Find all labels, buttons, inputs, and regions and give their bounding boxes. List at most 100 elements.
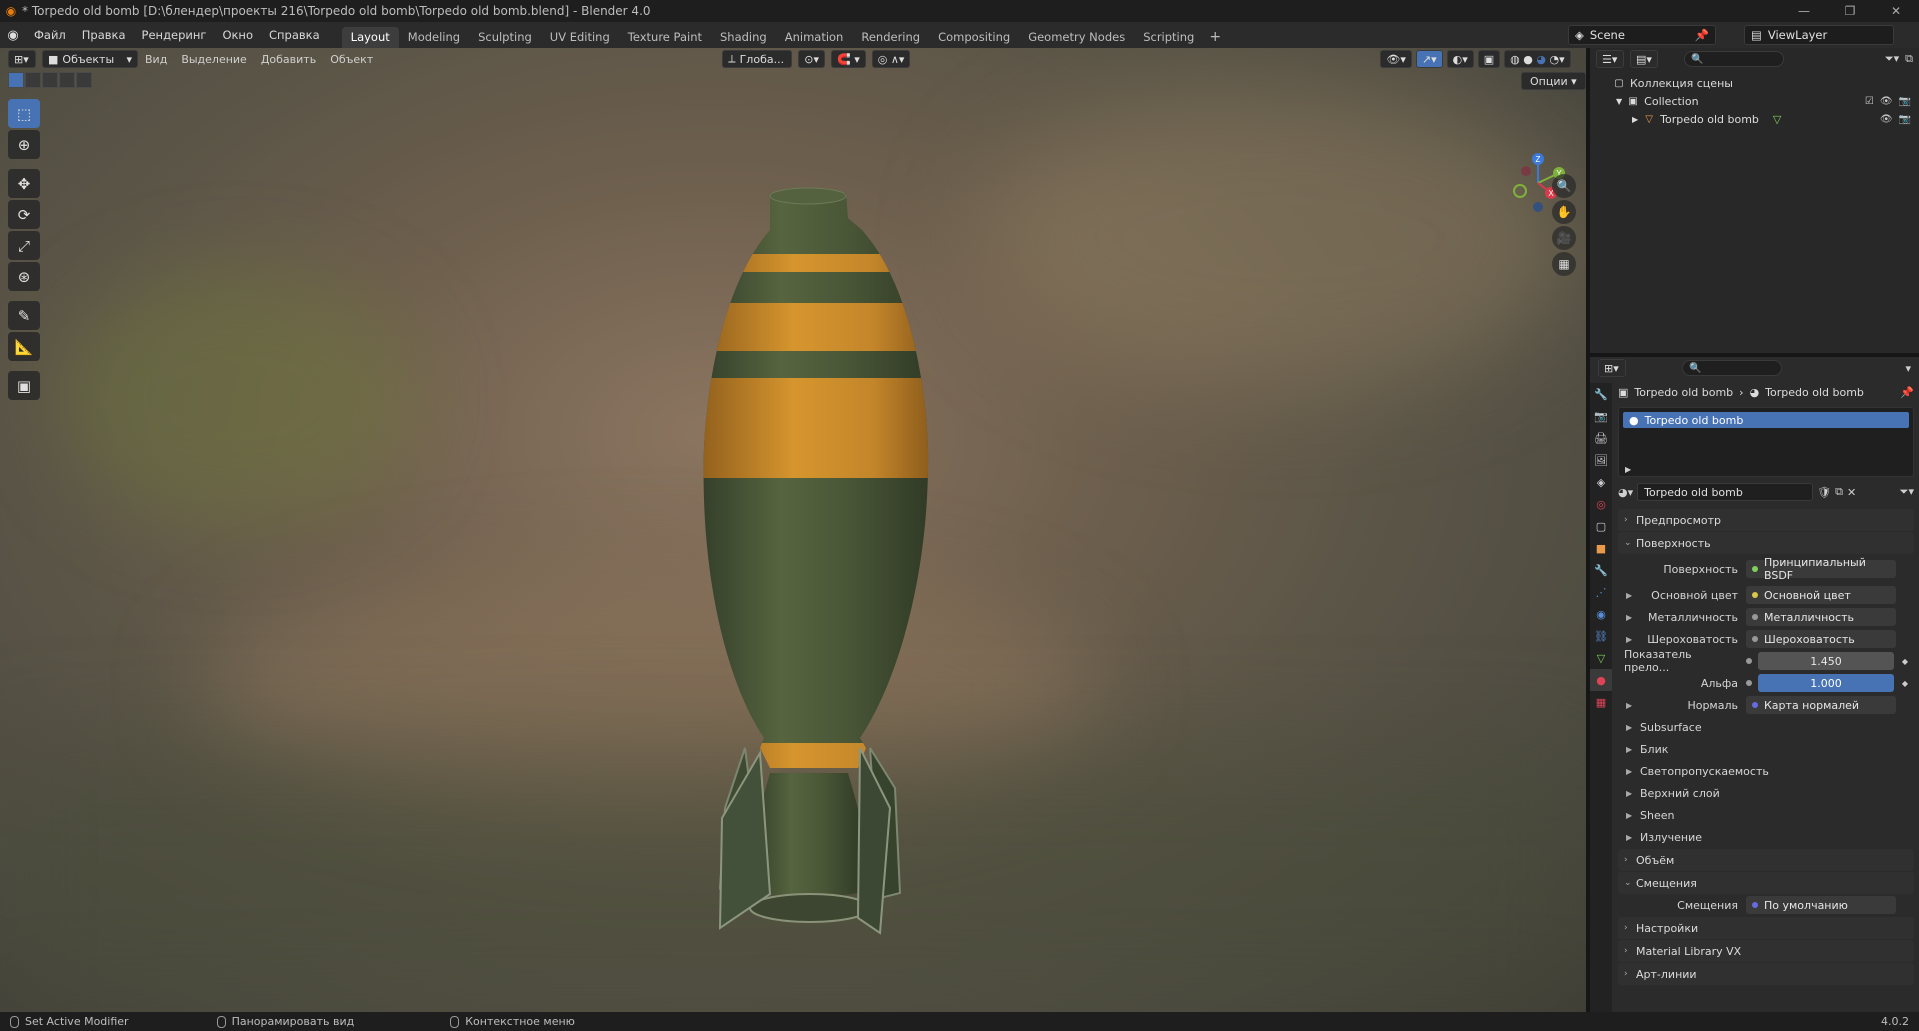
menu-view[interactable]: Вид [138, 53, 174, 66]
material-tab-icon[interactable]: ● [1590, 669, 1612, 691]
keyframe-icon[interactable]: ◆ [1902, 679, 1908, 688]
tab-animation[interactable]: Animation [776, 27, 853, 48]
orientation-selector[interactable]: ⟂ Глоба... [722, 50, 793, 68]
output-tab-icon[interactable]: 🖨 [1590, 427, 1612, 449]
tab-modeling[interactable]: Modeling [399, 27, 469, 48]
display-mode-selector[interactable]: ▤▾ [1630, 50, 1658, 68]
close-button[interactable]: ✕ [1873, 0, 1919, 22]
tab-uv-editing[interactable]: UV Editing [541, 27, 619, 48]
keyframe-icon[interactable]: ◆ [1902, 657, 1908, 666]
select-box-tool-icon[interactable]: ⬚ [8, 99, 40, 128]
fake-user-icon[interactable]: 🛡 [1817, 486, 1831, 499]
surface-shader-field[interactable]: Принципиальный BSDF [1746, 556, 1896, 582]
move-tool-icon[interactable]: ✥ [8, 169, 40, 198]
expand-arrow-icon[interactable]: ▼ [1616, 97, 1622, 106]
3d-viewport[interactable]: Z Y X [0, 48, 1586, 1012]
tab-compositing[interactable]: Compositing [929, 27, 1019, 48]
particles-tab-icon[interactable]: ⋰ [1590, 581, 1612, 603]
snap-toggle[interactable]: 🧲 ▾ [831, 50, 866, 68]
new-collection-icon[interactable]: ⧉ [1905, 52, 1913, 66]
maximize-button[interactable]: ❐ [1827, 0, 1873, 22]
metallic-field[interactable]: Металличность [1746, 608, 1896, 626]
view-layer-selector[interactable]: ▤ ViewLayer [1744, 25, 1894, 45]
render-tab-icon[interactable]: 📷 [1590, 405, 1612, 427]
menu-render[interactable]: Рендеринг [134, 28, 215, 42]
alpha-field[interactable]: 1.000 [1758, 674, 1894, 692]
proportional-edit-toggle[interactable]: ◎ ∧▾ [871, 50, 911, 68]
torpedo-bomb-model[interactable] [0, 48, 1586, 1012]
select-invert-button[interactable] [59, 72, 75, 88]
properties-search-input[interactable]: 🔍 [1682, 360, 1782, 376]
constraints-tab-icon[interactable]: ⛓ [1590, 625, 1612, 647]
panel-volume[interactable]: › Объём [1618, 849, 1914, 871]
world-tab-icon[interactable]: ◎ [1590, 493, 1612, 515]
physics-tab-icon[interactable]: ◉ [1590, 603, 1612, 625]
outliner-editor-type[interactable]: ☰▾ [1596, 50, 1624, 68]
subpanel-transmission[interactable]: ▶ Светопропускаемость [1618, 760, 1914, 782]
menu-add[interactable]: Добавить [254, 53, 323, 66]
outliner-scene-collection[interactable]: ▢ Коллекция сцены [1590, 74, 1919, 92]
zoom-icon[interactable]: 🔍 [1552, 174, 1576, 198]
gizmo-toggle[interactable]: ↗▾ [1415, 50, 1443, 68]
subpanel-sheen[interactable]: ▶ Sheen [1618, 804, 1914, 826]
rotate-tool-icon[interactable]: ⟳ [8, 200, 40, 229]
expand-arrow-icon[interactable]: ▶ [1632, 115, 1638, 124]
outliner-search-input[interactable]: 🔍 [1684, 51, 1784, 67]
checkbox-icon[interactable]: ☑ [1865, 96, 1874, 107]
object-tab-icon[interactable]: ■ [1590, 537, 1612, 559]
shading-mode-selector[interactable]: ◍ ● ◕ ◔ ▾ [1504, 50, 1571, 68]
solid-icon[interactable]: ● [1523, 53, 1533, 66]
expand-arrow-icon[interactable]: ▶ [1626, 613, 1632, 622]
socket-dot-icon[interactable] [1746, 658, 1752, 664]
tab-texture-paint[interactable]: Texture Paint [619, 27, 711, 48]
panel-lineart[interactable]: › Арт-линии [1618, 963, 1914, 985]
editor-type-selector[interactable]: ⊞▾ [8, 50, 36, 68]
base-color-field[interactable]: Основной цвет [1746, 586, 1896, 604]
menu-edit[interactable]: Правка [74, 28, 134, 42]
filter-icon[interactable]: ⏷▾ [1900, 485, 1914, 499]
add-cube-tool-icon[interactable]: ▣ [8, 371, 40, 400]
subpanel-specular[interactable]: ▶ Блик [1618, 738, 1914, 760]
scale-tool-icon[interactable]: ⤢ [8, 231, 40, 260]
panel-surface[interactable]: ⌄ Поверхность [1618, 532, 1914, 554]
camera-icon[interactable]: 📷 [1899, 96, 1911, 107]
socket-dot-icon[interactable] [1746, 680, 1752, 686]
subpanel-subsurface[interactable]: ▶ Subsurface [1618, 716, 1914, 738]
menu-object[interactable]: Объект [323, 53, 380, 66]
tab-sculpting[interactable]: Sculpting [469, 27, 541, 48]
modifier-tab-icon[interactable]: 🔧 [1590, 559, 1612, 581]
blender-menu-icon[interactable]: ◉ [0, 28, 26, 43]
pan-hand-icon[interactable]: ✋ [1552, 200, 1576, 224]
overlay-toggle[interactable]: ◐▾ [1446, 50, 1474, 68]
tab-geometry-nodes[interactable]: Geometry Nodes [1019, 27, 1134, 48]
camera-icon[interactable]: 📷 [1899, 114, 1911, 125]
tab-scripting[interactable]: Scripting [1134, 27, 1203, 48]
subpanel-coat[interactable]: ▶ Верхний слой [1618, 782, 1914, 804]
normal-field[interactable]: Карта нормалей [1746, 696, 1896, 714]
duplicate-material-icon[interactable]: ⧉ [1835, 485, 1843, 499]
tab-shading[interactable]: Shading [711, 27, 776, 48]
ior-field[interactable]: 1.450 [1758, 652, 1894, 670]
select-extend-button[interactable] [25, 72, 41, 88]
scene-tab-icon[interactable]: ◈ [1590, 471, 1612, 493]
visibility-selector[interactable]: 👁▾ [1380, 50, 1412, 68]
add-workspace-button[interactable]: + [1203, 27, 1227, 48]
subpanel-emission[interactable]: ▶ Излучение [1618, 826, 1914, 848]
menu-select[interactable]: Выделение [174, 53, 254, 66]
annotate-tool-icon[interactable]: ✎ [8, 301, 40, 330]
pivot-selector[interactable]: ⊙▾ [798, 50, 825, 68]
eye-icon[interactable]: 👁 [1880, 114, 1893, 125]
displacement-field[interactable]: По умолчанию [1746, 896, 1896, 914]
mode-selector[interactable]: ■ Объекты ▾ [42, 50, 138, 68]
expand-arrow-icon[interactable]: ▶ [1626, 591, 1632, 600]
scene-selector[interactable]: ◈ Scene 📌 [1568, 25, 1716, 45]
perspective-grid-icon[interactable]: ▦ [1552, 252, 1576, 276]
tab-layout[interactable]: Layout [341, 27, 399, 48]
panel-settings[interactable]: › Настройки [1618, 917, 1914, 939]
expand-arrow-icon[interactable]: ▶ [1625, 465, 1631, 474]
eye-icon[interactable]: 👁 [1880, 96, 1893, 107]
material-slot[interactable]: ● Torpedo old bomb [1623, 412, 1909, 428]
expand-arrow-icon[interactable]: ▶ [1626, 701, 1632, 710]
select-subtract-button[interactable] [42, 72, 58, 88]
tool-tab-icon[interactable]: 🔧 [1590, 383, 1612, 405]
